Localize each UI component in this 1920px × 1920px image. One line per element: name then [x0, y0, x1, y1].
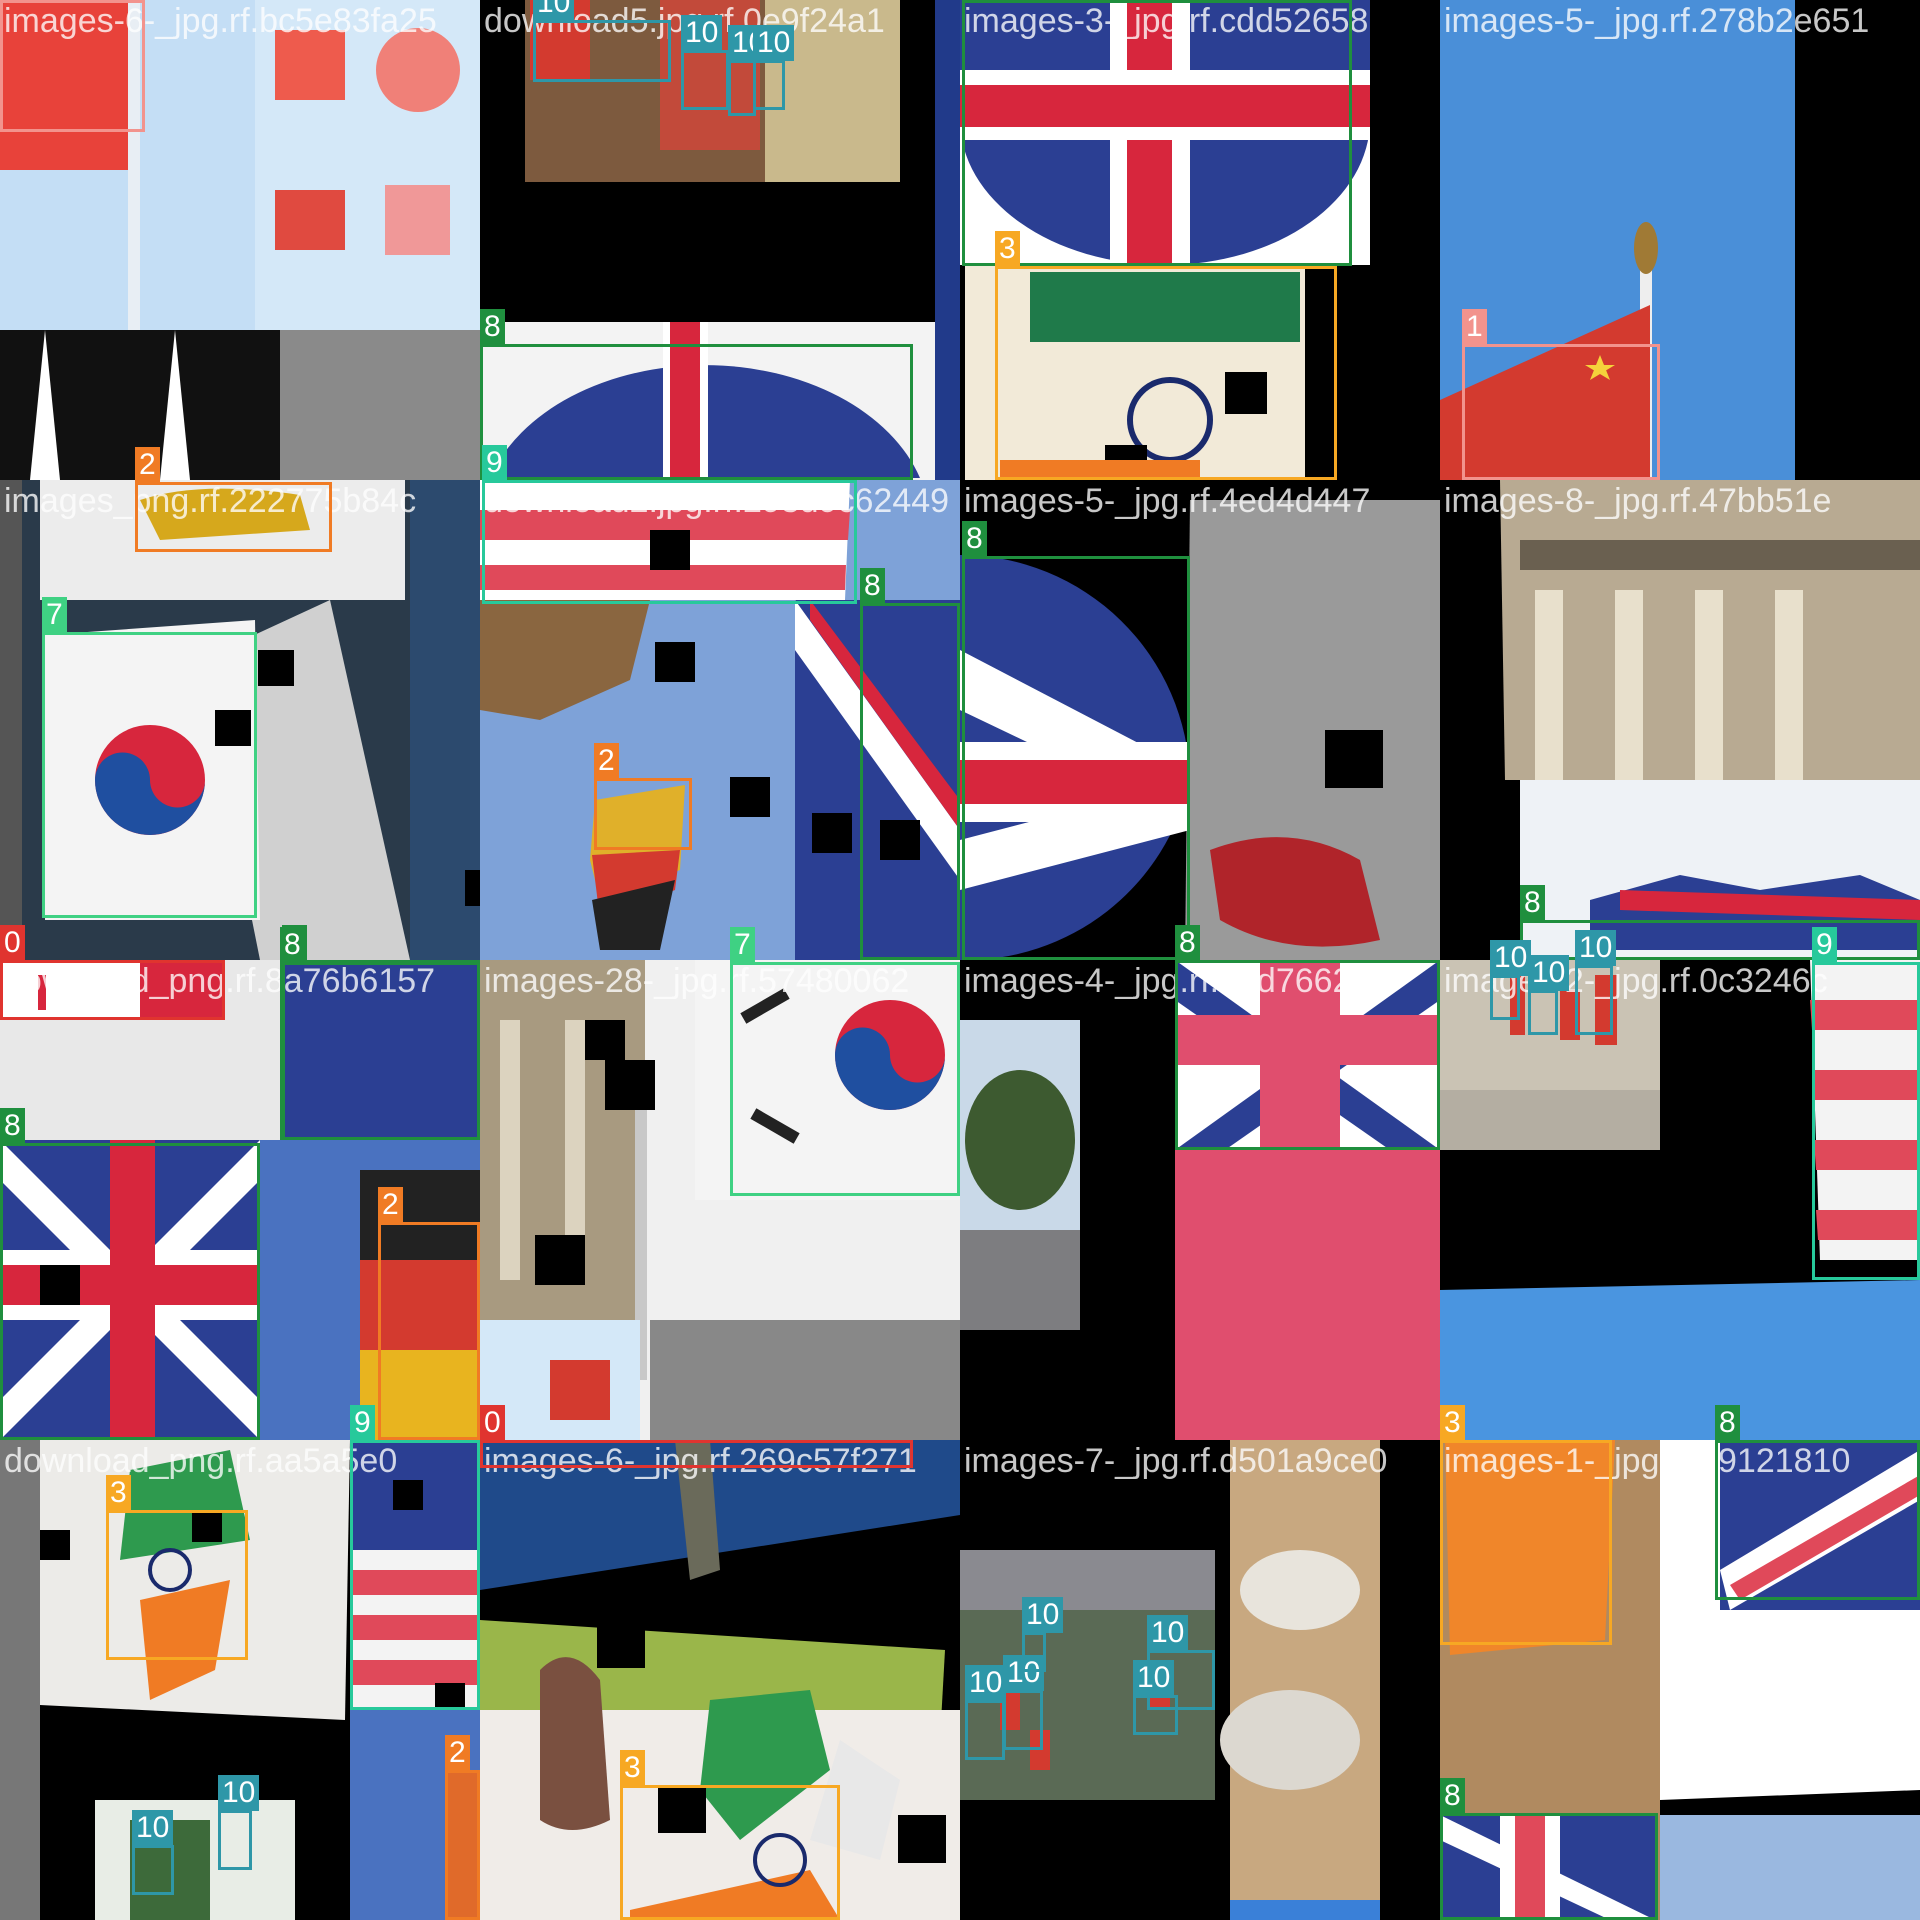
bbox-class-label: 3: [995, 231, 1020, 267]
bbox-annotation: 10: [728, 25, 770, 116]
tile-7: images-8-_jpg.rf.47bb51e: [1440, 480, 1920, 960]
bbox-class-label: 7: [730, 927, 755, 963]
bbox-class-label: 8: [1520, 885, 1545, 921]
bbox-annotation: 8: [962, 0, 1352, 266]
bbox-class-label: 0: [480, 1405, 505, 1441]
bbox-class-label: 0: [0, 925, 25, 961]
bbox-annotation: 10: [218, 1775, 260, 1870]
bbox-annotation: 1: [1462, 309, 1660, 480]
bbox-annotation: 2: [445, 1735, 480, 1920]
bbox-class-label: 8: [1175, 925, 1200, 961]
bbox-annotation: 3: [106, 1475, 248, 1660]
bbox-annotation: 7: [730, 927, 960, 1196]
bbox-class-label: 8: [0, 1108, 25, 1144]
bbox-class-label: 9: [350, 1405, 375, 1441]
bbox-class-label: 10: [753, 25, 795, 61]
bbox-class-label: 8: [480, 309, 505, 345]
bbox-class-label: 10: [1490, 940, 1532, 976]
bbox-annotation: 10: [681, 15, 729, 110]
bbox-annotation: 8: [0, 1108, 260, 1440]
bbox-class-label: 9: [482, 445, 507, 481]
bbox-annotation: 2: [135, 447, 332, 552]
bbox-class-label: 2: [594, 743, 619, 779]
bbox-annotation: 2: [378, 1187, 480, 1440]
bbox-class-label: 10: [132, 1810, 174, 1846]
bbox-class-label: 8: [860, 568, 885, 604]
bbox-class-label: 10: [681, 15, 723, 51]
bbox-class-label: 2: [378, 1187, 403, 1223]
bbox-annotation: 10: [1022, 1597, 1064, 1672]
bbox-annotation: 3: [995, 231, 1337, 480]
bbox-class-label: 8: [1715, 1405, 1740, 1441]
tile-title: images-7-_jpg.rf.d501a9ce0: [964, 1442, 1388, 1480]
bbox-class-label: 3: [620, 1750, 645, 1786]
bbox-annotation: 2: [594, 743, 692, 850]
bbox-class-label: 10: [1133, 1660, 1175, 1696]
bbox-annotation: 10: [533, 0, 671, 82]
bbox-class-label: 10: [1147, 1615, 1189, 1651]
bbox-class-label: 8: [280, 927, 305, 963]
bbox-annotation: 1: [0, 0, 145, 132]
bbox-annotation: 10: [1575, 930, 1617, 1035]
bbox-class-label: 3: [1440, 1405, 1465, 1441]
bbox-class-label: 8: [962, 521, 987, 557]
bbox-annotation: 3: [620, 1750, 840, 1920]
bbox-annotation: 9: [1812, 927, 1920, 1280]
bbox-annotation: 10: [1133, 1660, 1178, 1735]
bbox-annotation: 0: [0, 925, 225, 1020]
bbox-annotation: 0: [480, 1405, 913, 1468]
bbox-class-label: 10: [1575, 930, 1617, 966]
bbox-class-label: 8: [962, 0, 987, 1]
bbox-annotation: 8: [280, 927, 480, 1140]
bbox-annotation: 10: [1003, 1655, 1045, 1750]
bbox-class-label: 1: [1462, 309, 1487, 345]
tile-title: images-5-_jpg.rf.278b2e651: [1444, 2, 1870, 40]
training-batch-mosaic: images-6-_jpg.rf.bc5e83fa25 download5.jp…: [0, 0, 1920, 1920]
bbox-annotation: 8: [480, 309, 913, 480]
bbox-annotation: 9: [350, 1405, 480, 1710]
bbox-annotation: 8: [1715, 1405, 1920, 1600]
bbox-class-label: 10: [1022, 1597, 1064, 1633]
bbox-class-label: 7: [42, 597, 67, 633]
tile-title: images-8-_jpg.rf.47bb51e: [1444, 482, 1832, 520]
bbox-annotation: 10: [965, 1665, 1007, 1760]
bbox-annotation: 10: [753, 25, 795, 110]
bbox-annotation: 8: [1175, 925, 1440, 1150]
bbox-class-label: 2: [135, 447, 160, 483]
bbox-class-label: 9: [1812, 927, 1837, 963]
bbox-class-label: 10: [533, 0, 575, 21]
tile-7-image: [1440, 480, 1920, 960]
tile-title: images-5-_jpg.rf.4ed4d447: [964, 482, 1371, 520]
bbox-annotation: 10: [1490, 940, 1532, 1020]
bbox-annotation: 7: [42, 597, 257, 918]
bbox-annotation: 9: [482, 445, 857, 604]
bbox-annotation: 10: [132, 1810, 174, 1895]
bbox-class-label: 10: [965, 1665, 1007, 1701]
bbox-class-label: 1: [0, 0, 25, 1]
bbox-class-label: 3: [106, 1475, 131, 1511]
bbox-class-label: 10: [218, 1775, 260, 1811]
bbox-annotation: 8: [962, 521, 1190, 960]
bbox-annotation: 10: [1528, 955, 1570, 1035]
bbox-annotation: 8: [1440, 1778, 1658, 1920]
bbox-class-label: 10: [1528, 955, 1570, 991]
bbox-class-label: 8: [1440, 1778, 1465, 1814]
tile-title: download_png.rf.aa5a5e0: [4, 1442, 398, 1480]
bbox-annotation: 8: [860, 568, 960, 960]
bbox-annotation: 3: [1440, 1405, 1612, 1645]
bbox-class-label: 2: [445, 1735, 470, 1771]
